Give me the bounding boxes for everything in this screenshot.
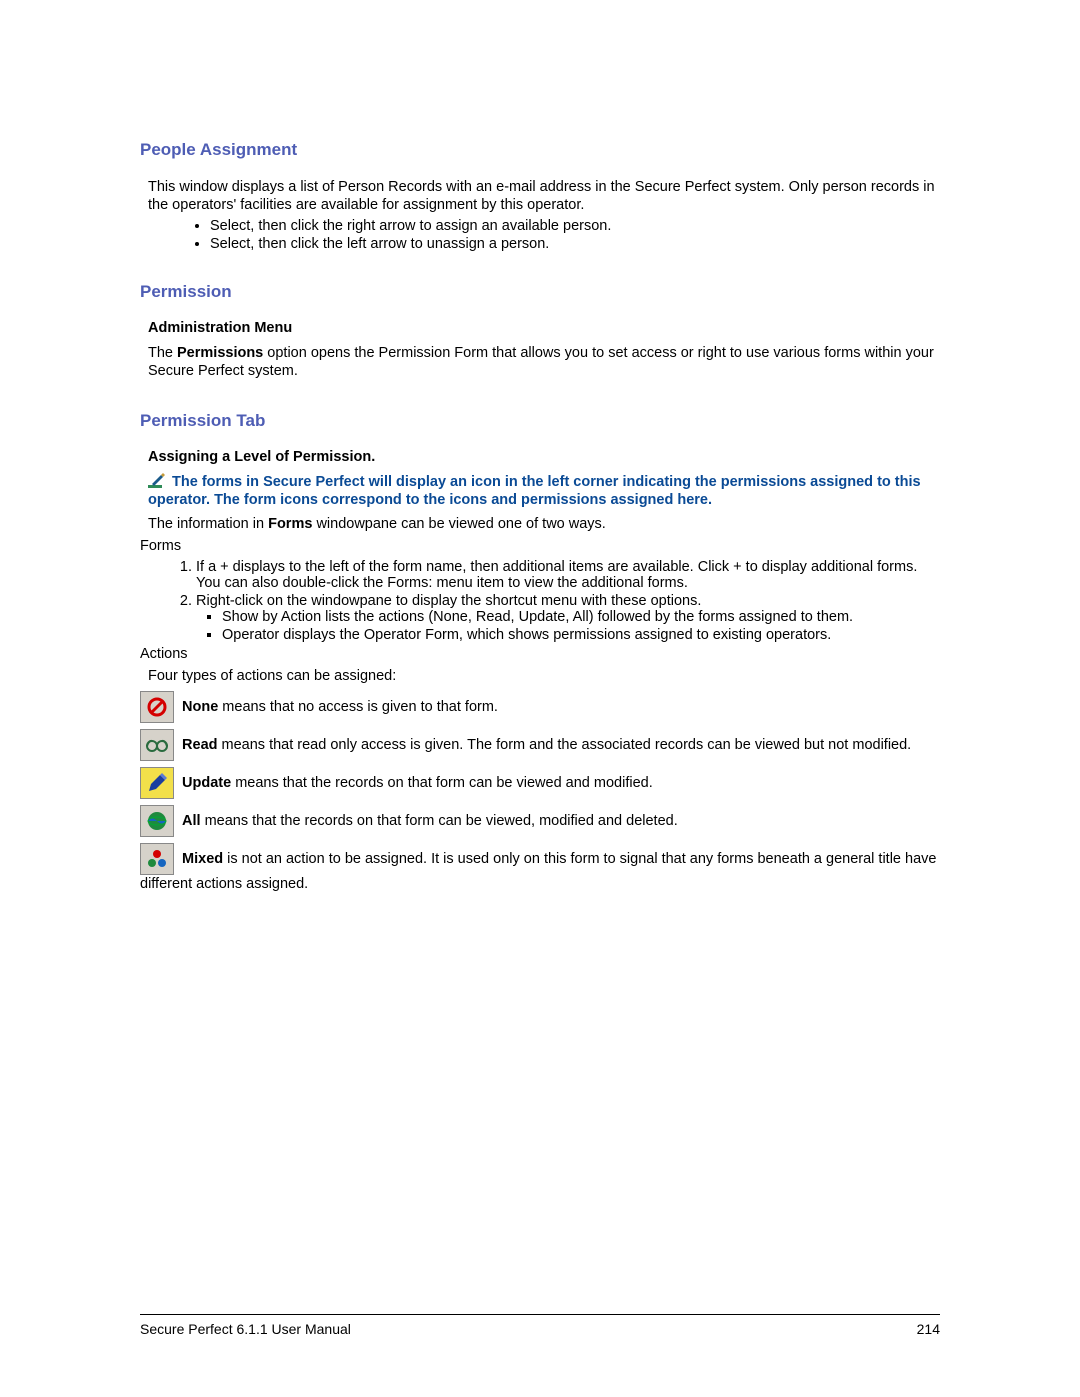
- action-text: means that the records on that form can …: [231, 775, 653, 791]
- para-forms-info: The information in Forms windowpane can …: [148, 515, 940, 533]
- action-label: Mixed: [182, 851, 223, 867]
- subheading-admin-menu: Administration Menu: [148, 320, 940, 336]
- list-people-assignment: Select, then click the right arrow to as…: [210, 218, 940, 252]
- para-actions-intro: Four types of actions can be assigned:: [148, 667, 940, 685]
- text: The information in: [148, 516, 268, 532]
- text: The: [148, 345, 177, 361]
- action-label: All: [182, 813, 201, 829]
- list-item: Show by Action lists the actions (None, …: [222, 609, 940, 625]
- section-permission: Permission Administration Menu The Permi…: [140, 282, 940, 380]
- page-content: People Assignment This window displays a…: [0, 0, 1080, 894]
- text: option opens the Permission Form that al…: [148, 345, 934, 379]
- footer-left: Secure Perfect 6.1.1 User Manual: [140, 1321, 351, 1337]
- action-update: Update means that the records on that fo…: [140, 767, 940, 799]
- subheading-assigning-level: Assigning a Level of Permission.: [148, 449, 940, 465]
- ordered-list-forms: If a + displays to the left of the form …: [176, 559, 940, 643]
- para-people-assignment-intro: This window displays a list of Person Re…: [148, 178, 940, 214]
- list-item: If a + displays to the left of the form …: [196, 559, 940, 591]
- pencil-icon: [148, 473, 166, 489]
- action-read: Read means that read only access is give…: [140, 729, 940, 761]
- all-icon: [140, 805, 174, 837]
- action-none: None means that no access is given to th…: [140, 691, 940, 723]
- text: windowpane can be viewed one of two ways…: [312, 516, 605, 532]
- label-actions: Actions: [140, 645, 940, 663]
- action-text: means that the records on that form can …: [201, 813, 678, 829]
- action-text: means that no access is given to that fo…: [218, 699, 498, 715]
- label-forms: Forms: [140, 537, 940, 555]
- page-footer: Secure Perfect 6.1.1 User Manual 214: [140, 1314, 940, 1337]
- text-bold: Permissions: [177, 345, 263, 361]
- action-label: Update: [182, 775, 231, 791]
- mixed-icon: [140, 843, 174, 875]
- text-bold: Forms: [268, 516, 312, 532]
- sub-list: Show by Action lists the actions (None, …: [222, 609, 940, 643]
- tip-text: The forms in Secure Perfect will display…: [148, 474, 921, 508]
- section-people-assignment: People Assignment This window displays a…: [140, 140, 940, 252]
- list-item: Select, then click the left arrow to una…: [210, 236, 940, 252]
- tip-note: The forms in Secure Perfect will display…: [148, 473, 940, 509]
- action-text: means that read only access is given. Th…: [218, 737, 912, 753]
- heading-people-assignment: People Assignment: [140, 140, 940, 160]
- action-text: is not an action to be assigned. It is u…: [140, 851, 936, 892]
- none-icon: [140, 691, 174, 723]
- action-all: All means that the records on that form …: [140, 805, 940, 837]
- heading-permission: Permission: [140, 282, 940, 302]
- list-item: Right-click on the windowpane to display…: [196, 593, 940, 643]
- list-item: Operator displays the Operator Form, whi…: [222, 627, 940, 643]
- action-label: None: [182, 699, 218, 715]
- action-label: Read: [182, 737, 217, 753]
- para-permission: The Permissions option opens the Permiss…: [148, 344, 940, 380]
- list-item: Select, then click the right arrow to as…: [210, 218, 940, 234]
- read-icon: [140, 729, 174, 761]
- section-permission-tab: Permission Tab Assigning a Level of Perm…: [140, 411, 940, 895]
- heading-permission-tab: Permission Tab: [140, 411, 940, 431]
- text: Right-click on the windowpane to display…: [196, 593, 701, 609]
- footer-page-number: 214: [917, 1321, 940, 1337]
- action-mixed: Mixed is not an action to be assigned. I…: [140, 843, 940, 894]
- update-icon: [140, 767, 174, 799]
